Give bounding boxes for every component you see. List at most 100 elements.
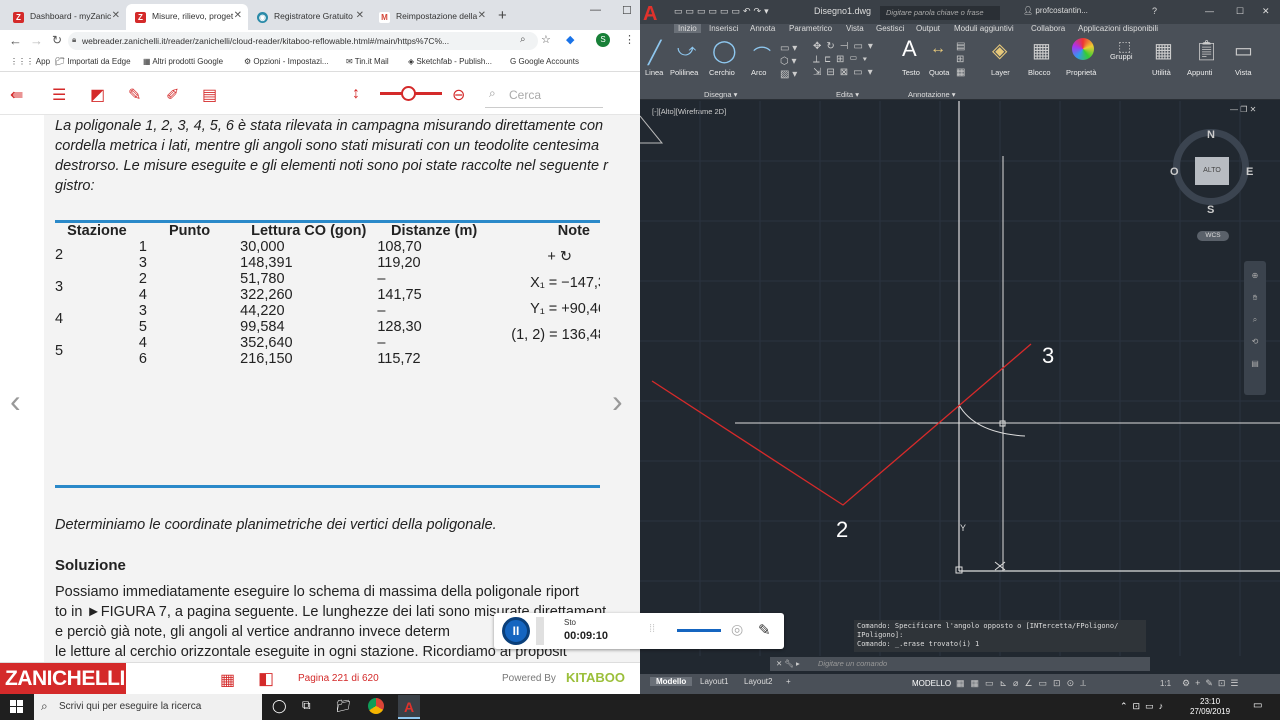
viewcube-face[interactable]: ALTO [1195,157,1229,185]
command-input[interactable]: ✕ 🔧︎ ▸ Digitare un comando [770,657,1150,671]
close-icon[interactable]: ✕ [234,10,242,21]
bookmark-google-accounts[interactable]: G Google Accounts [510,57,579,66]
panel-disegna[interactable]: Disegna ▾ [704,90,737,99]
tab-layout2[interactable]: Layout2 [744,677,772,686]
compass-s[interactable]: S [1207,204,1214,216]
close-icon[interactable]: ✕ [356,10,364,21]
minimize-icon[interactable]: — [590,4,601,16]
tab-layout1[interactable]: Layout1 [700,677,728,686]
draw-small-tools[interactable]: ▭ ▾ ⬡ ▾ ▨ ▾ [780,42,797,81]
back-icon[interactable]: ← [9,33,22,48]
status-toggles[interactable]: ▦▦▭⊾⌀∠▭⊡⊙⟂ [956,678,1092,689]
grid-view-icon[interactable]: ▦ [220,670,235,690]
tab-registratore[interactable]: ◉ Registratore Gratuito ✕ [248,4,370,30]
zoom-icon[interactable]: ⌕ [520,34,526,45]
new-tab-icon[interactable]: + [498,7,507,24]
taskbar-clock[interactable]: 23:10 27/09/2019 [1190,697,1230,717]
tool-proprieta[interactable]: Proprietà [1066,68,1096,77]
tool-appunti[interactable]: Appunti [1187,68,1212,77]
draw-pen-icon[interactable]: ✎ [758,621,771,639]
tool-quota[interactable]: Quota [929,68,949,77]
drawing-viewport[interactable]: [-][Alto][Wireframe 2D] — ❐ ✕ 3 2 Y ALTO… [640,101,1280,656]
ribbon-tab-inizio[interactable]: Inizio [674,24,701,33]
annotation-small-tools[interactable]: ▤ ⊞ ▦ [956,40,965,79]
webcam-icon[interactable]: ◎ [731,621,743,638]
close-icon[interactable]: ✕ [112,10,120,21]
panel-edita[interactable]: Edita ▾ [836,90,859,99]
tool-layer[interactable]: Layer [991,68,1010,77]
tool-cerchio[interactable]: Cerchio [709,68,735,77]
status-extra-icons[interactable]: ⚙︎+✎⊡☰ [1182,678,1243,689]
minimize-icon[interactable]: — [1205,6,1214,16]
tool-utilita[interactable]: Utilità [1152,68,1171,77]
explorer-icon[interactable]: 📁︎ [336,699,351,713]
compass-n[interactable]: N [1207,129,1215,141]
tab-dashboard[interactable]: Z Dashboard - myZanic ✕ [4,4,126,30]
recorder-drag-handle[interactable] [536,617,544,645]
autocad-logo-icon[interactable]: A [640,3,666,25]
tool-gruppi[interactable]: Gruppi [1110,52,1133,61]
maximize-icon[interactable]: ☐ [622,4,632,17]
toc-icon[interactable]: ⇚ [10,85,23,105]
ribbon-tab-inserisci[interactable]: Inserisci [709,24,738,33]
bookmark-edge[interactable]: 📁︎ Importati da Edge [55,57,131,66]
bookmark-tin-mail[interactable]: ✉︎ Tin.it Mail [346,57,389,66]
ribbon-tab-applicazioni[interactable]: Applicazioni disponibili [1078,24,1158,33]
autocad-taskbar-icon[interactable]: A [398,695,420,719]
navigation-bar[interactable]: ⊕ ✋︎ ⌕ ⟲ ▤ [1244,261,1266,395]
bookmark-sketchfab[interactable]: ◈ Sketchfab - Publish... [408,57,492,66]
bookmark-tool-icon[interactable]: ◩ [90,85,105,105]
notes-icon[interactable]: ▤ [202,85,217,105]
extension-icon[interactable]: ◆ [566,33,574,46]
pause-button[interactable]: II [502,617,530,645]
apps-icon[interactable]: ⋮⋮⋮ App [10,57,50,66]
ribbon-tab-annota[interactable]: Annota [750,24,775,33]
notifications-icon[interactable]: ▭ [1253,700,1262,711]
volume-level[interactable] [677,629,721,632]
tool-blocco[interactable]: Blocco [1028,68,1051,77]
ribbon-tab-collabora[interactable]: Collabora [1031,24,1065,33]
tab-misure[interactable]: Z Misure, rilievo, proget ✕ [126,4,248,30]
reload-icon[interactable]: ↻ [52,33,62,47]
zoom-out-icon[interactable]: ⊖ [452,85,465,105]
tool-testo[interactable]: Testo [902,68,920,77]
ribbon-tab-vista[interactable]: Vista [846,24,864,33]
model-space-button[interactable]: MODELLO [912,679,951,688]
url-field[interactable]: 🔒︎ webreader.zanichelli.it/reader/zanich… [68,32,538,50]
wcs-menu[interactable]: WCS [1197,231,1229,241]
compass-o[interactable]: O [1170,166,1179,178]
ribbon-tab-parametrico[interactable]: Parametrico [789,24,832,33]
command-tools-icon[interactable]: ✕ 🔧︎ ▸ [776,659,800,668]
tab-modello[interactable]: Modello [650,677,693,686]
double-page-icon[interactable]: ◧ [258,669,274,689]
pen-icon[interactable]: ✐ [166,85,179,105]
profile-avatar[interactable]: S [596,33,610,47]
maximize-icon[interactable]: ☐ [1236,6,1244,17]
add-layout-icon[interactable]: + [786,677,791,686]
system-tray-icons[interactable]: ⌃⊡▭♪ [1120,701,1168,712]
forward-icon[interactable]: → [30,33,43,48]
font-size-icon[interactable]: ↕ [352,85,360,103]
prev-page-icon[interactable]: ‹ [10,383,21,420]
compass-e[interactable]: E [1246,166,1253,178]
tab-gmail[interactable]: M Reimpostazione della ✕ [370,4,492,30]
taskbar-search-input[interactable]: ⌕ Scrivi qui per eseguire la ricerca [34,694,262,720]
task-view-icon[interactable]: ⧉ [302,698,311,713]
highlighter-icon[interactable]: ✎ [128,85,141,105]
tool-polilinea[interactable]: Polilinea [670,68,698,77]
help-icon[interactable]: ? [1152,6,1157,16]
windows-start-icon[interactable] [10,700,23,713]
list-icon[interactable]: ☰ [52,85,66,105]
menu-icon[interactable]: ⋮ [624,33,635,46]
tool-arco[interactable]: Arco [751,68,766,77]
star-icon[interactable]: ☆ [541,33,551,46]
search-input[interactable]: ⌕ Cerca [485,82,603,108]
edit-tools[interactable]: ✥↻⊣▭▾ ⟂⊏⊞▭▾ ⇲⊟⊠▭▾ [813,40,878,79]
ribbon-tab-output[interactable]: Output [916,24,940,33]
tool-linea[interactable]: Linea [645,68,663,77]
cortana-icon[interactable]: ◯ [272,698,287,714]
scale-menu[interactable]: 1:1 [1160,679,1171,688]
chrome-taskbar-icon[interactable] [368,698,384,714]
zoom-slider-thumb[interactable] [401,86,416,101]
quick-access-toolbar[interactable]: ▭▭▭▭▭▭↶↷▾ [674,6,772,17]
